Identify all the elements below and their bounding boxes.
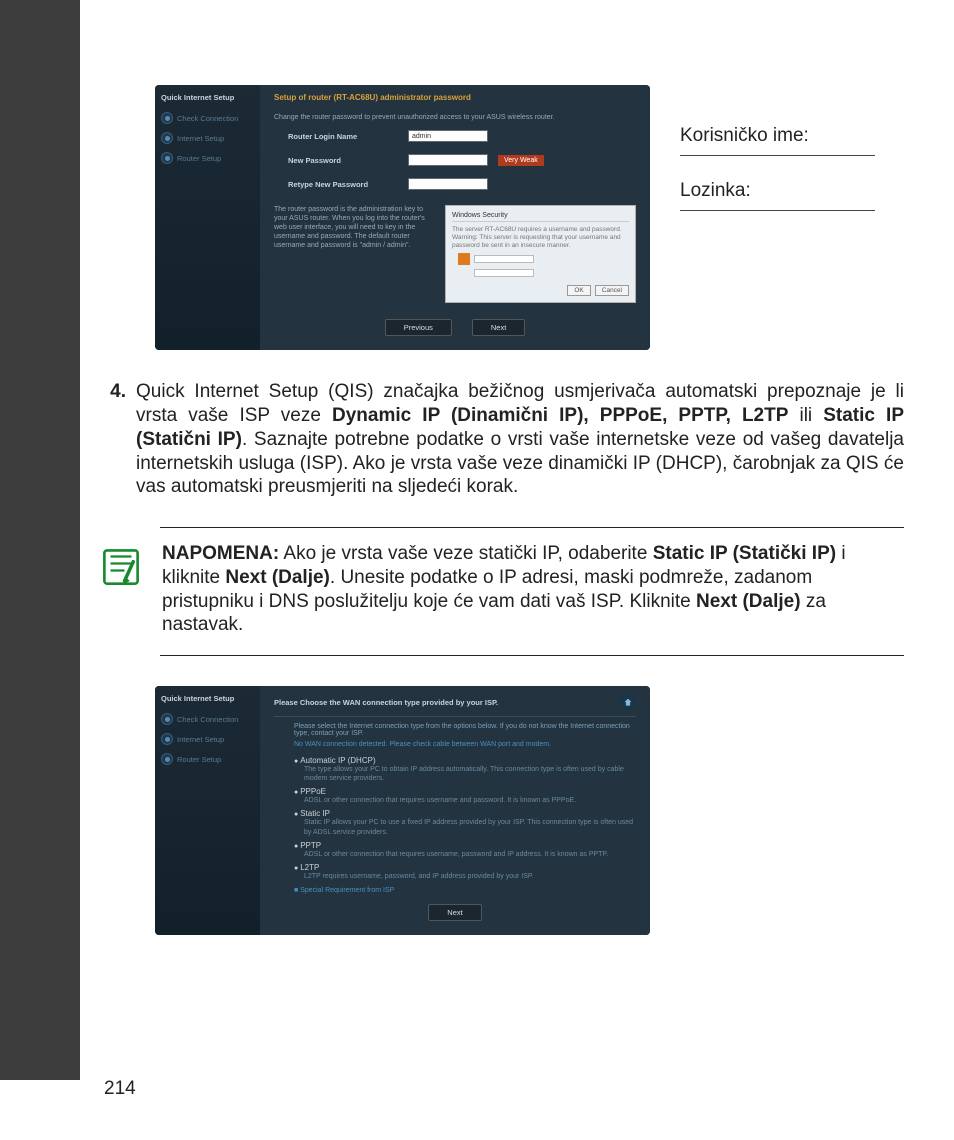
note-block: NAPOMENA: Ako je vrsta vaše veze statičk… xyxy=(160,527,904,656)
qis2-nav: Next xyxy=(274,904,636,921)
screenshot-admin-password: Quick Internet Setup Check Connection In… xyxy=(155,85,650,350)
screenshot-wan-type: Quick Internet Setup Check Connection In… xyxy=(155,686,650,935)
username-line xyxy=(680,155,875,156)
step-4: 4. Quick Internet Setup (QIS) značajka b… xyxy=(100,380,904,499)
user-icon xyxy=(458,253,470,265)
login-name-input[interactable]: admin xyxy=(408,130,488,142)
qis-desc: Change the router password to prevent un… xyxy=(274,114,636,121)
next-button-2[interactable]: Next xyxy=(428,904,481,921)
opt-l2tp[interactable]: L2TPL2TP requires username, password, an… xyxy=(294,863,636,881)
password-line xyxy=(680,210,875,211)
step-4-number: 4. xyxy=(100,380,126,499)
qis2-sidebar-title: Quick Internet Setup xyxy=(161,694,254,703)
qis2-warning: No WAN connection detected. Please check… xyxy=(294,741,636,748)
opt-pptp[interactable]: PPTPADSL or other connection that requir… xyxy=(294,841,636,859)
pw-hint: The router password is the administratio… xyxy=(274,205,435,303)
page-content: Quick Internet Setup Check Connection In… xyxy=(0,0,954,975)
qis-sidebar: Quick Internet Setup Check Connection In… xyxy=(155,85,260,350)
auth-cancel-button[interactable]: Cancel xyxy=(595,285,629,296)
auth-dialog: Windows Security The server RT-AC68U req… xyxy=(445,205,636,303)
qis2-step-router[interactable]: Router Setup xyxy=(161,753,254,765)
opt-pppoe[interactable]: PPPoEADSL or other connection that requi… xyxy=(294,787,636,805)
qis-step-router[interactable]: Router Setup xyxy=(161,152,254,164)
step-4-body: Quick Internet Setup (QIS) značajka beži… xyxy=(136,380,904,499)
qis2-step-internet[interactable]: Internet Setup xyxy=(161,733,254,745)
qis-step-internet[interactable]: Internet Setup xyxy=(161,132,254,144)
previous-button[interactable]: Previous xyxy=(385,319,452,336)
note-icon xyxy=(100,546,142,588)
qis2-main: Please Choose the WAN connection type pr… xyxy=(260,686,650,935)
qis2-top: Please Choose the WAN connection type pr… xyxy=(274,694,636,717)
auth-pass-input[interactable] xyxy=(474,269,534,277)
qis-main-panel: Setup of router (RT-AC68U) administrator… xyxy=(260,85,650,350)
qis2-step-check[interactable]: Check Connection xyxy=(161,713,254,725)
retype-password-input[interactable] xyxy=(408,178,488,190)
username-label: Korisničko ime: xyxy=(680,125,904,147)
auth-ok-button[interactable]: OK xyxy=(567,285,590,296)
qis2-body: Please select the Internet connection ty… xyxy=(294,723,636,894)
auth-user-input[interactable] xyxy=(474,255,534,263)
next-button[interactable]: Next xyxy=(472,319,525,336)
special-req-check[interactable]: Special Requirement from ISP xyxy=(294,887,636,894)
credential-fields: Korisničko ime: Lozinka: xyxy=(680,85,904,235)
auth-dialog-text: The server RT-AC68U requires a username … xyxy=(452,226,629,249)
row-login-name: Router Login Name admin xyxy=(288,130,636,142)
new-password-input[interactable] xyxy=(408,154,488,166)
qis-heading: Setup of router (RT-AC68U) administrator… xyxy=(274,93,636,102)
opt-dhcp[interactable]: Automatic IP (DHCP)The type allows your … xyxy=(294,756,636,783)
wizard-nav: Previous Next xyxy=(274,319,636,336)
home-icon[interactable] xyxy=(620,694,636,710)
left-margin-bar xyxy=(0,0,80,1080)
qis-sidebar-title: Quick Internet Setup xyxy=(161,93,254,102)
figure-row-1: Quick Internet Setup Check Connection In… xyxy=(155,85,904,350)
hint-row: The router password is the administratio… xyxy=(274,205,636,303)
note-text: NAPOMENA: Ako je vrsta vaše veze statičk… xyxy=(162,542,904,637)
page-number: 214 xyxy=(104,1078,136,1100)
row-new-password: New Password Very Weak xyxy=(288,154,636,166)
qis2-intro: Please select the Internet connection ty… xyxy=(294,723,636,737)
qis-step-check[interactable]: Check Connection xyxy=(161,112,254,124)
qis2-sidebar: Quick Internet Setup Check Connection In… xyxy=(155,686,260,935)
auth-dialog-header: Windows Security xyxy=(452,212,629,222)
opt-static[interactable]: Static IPStatic IP allows your PC to use… xyxy=(294,809,636,836)
password-label: Lozinka: xyxy=(680,180,904,202)
pw-strength-badge: Very Weak xyxy=(498,155,544,166)
row-retype-password: Retype New Password xyxy=(288,178,636,190)
